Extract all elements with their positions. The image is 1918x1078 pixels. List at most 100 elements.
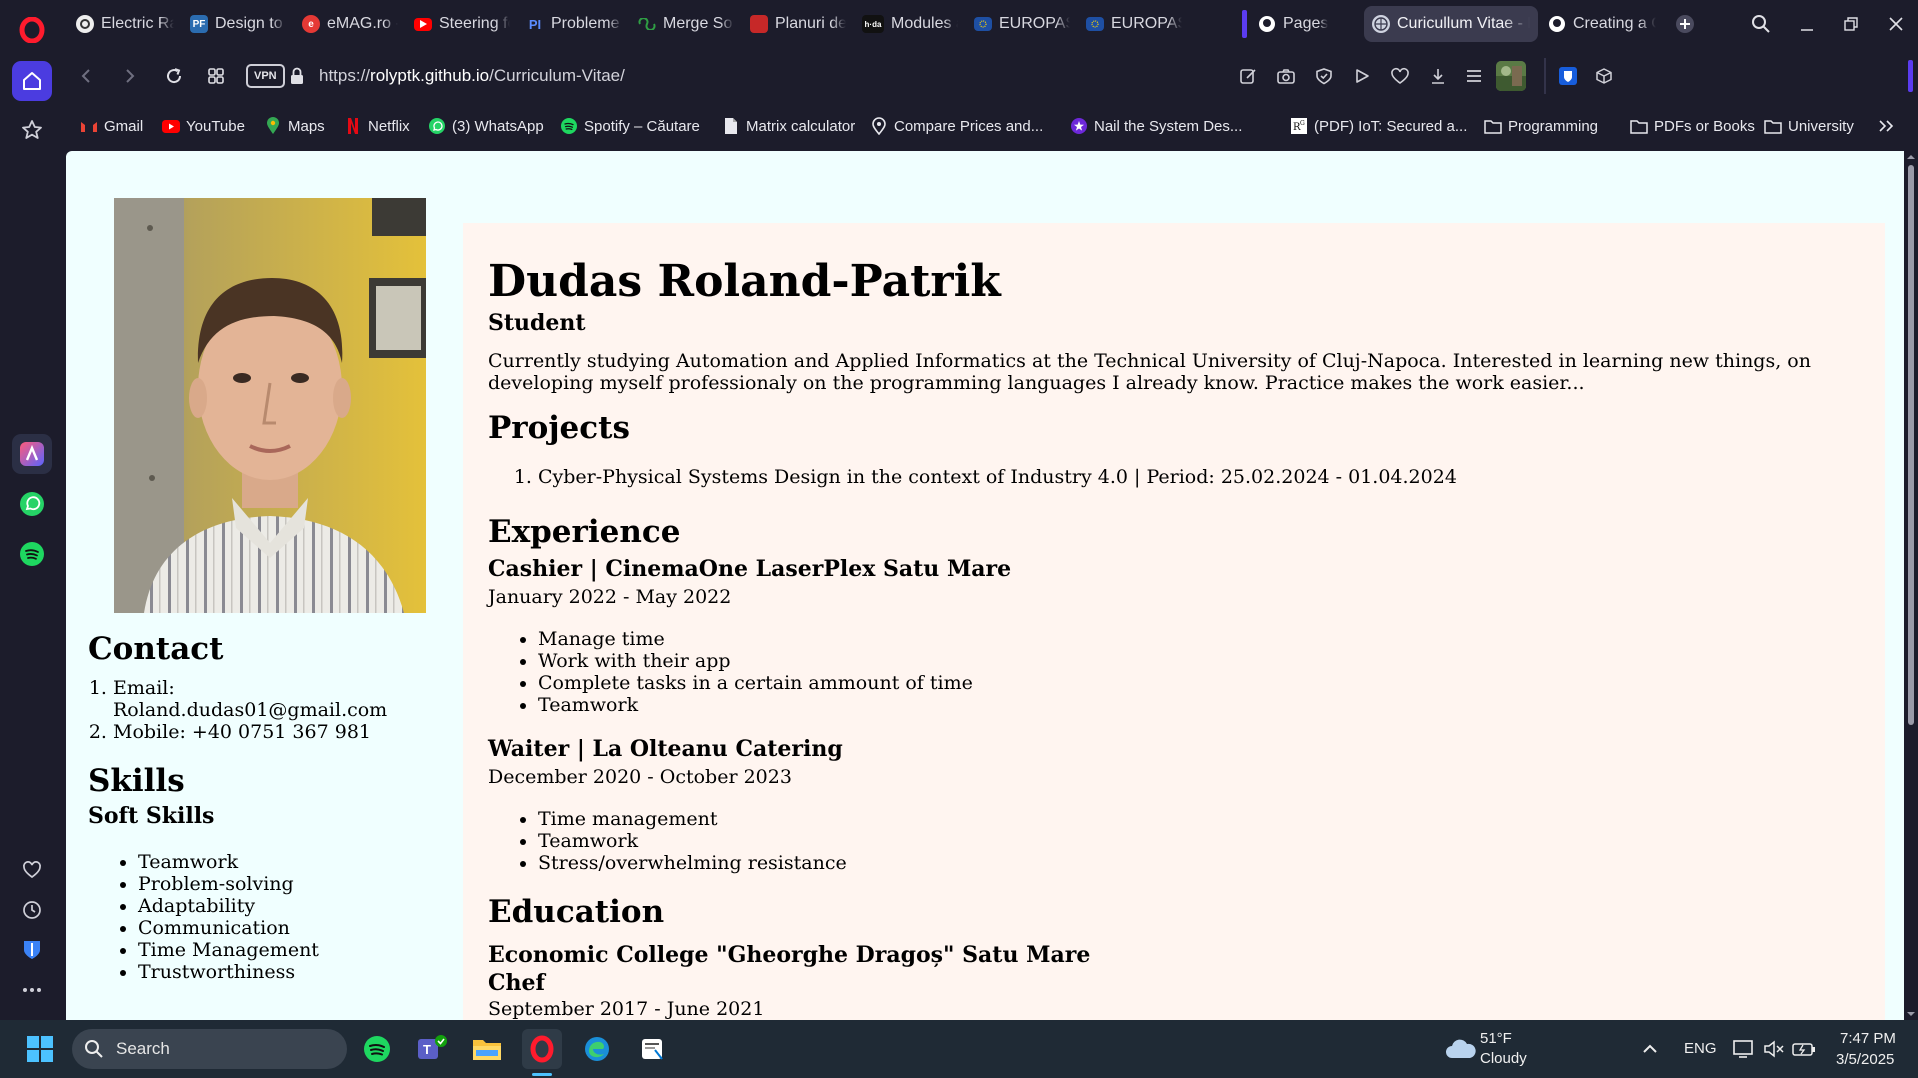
- list-item: Stress/overwhelming resistance: [538, 852, 1861, 874]
- scroll-down-arrow-icon[interactable]: [1904, 1008, 1918, 1020]
- page-viewport: Contact Email:Roland.dudas01@gmail.com M…: [66, 151, 1904, 1020]
- bookmark-spotify[interactable]: Spotify – Căutare: [560, 114, 700, 138]
- school-name: Economic College "Gheorghe Dragoș" Satu …: [488, 942, 1091, 968]
- tab-curriculum-vitae[interactable]: Curicullum Vitae - Dudas: [1364, 6, 1538, 42]
- education-period: September 2017 - June 2021: [488, 998, 765, 1020]
- weather-cloud-icon[interactable]: [1440, 1029, 1480, 1069]
- bookmark-whatsapp[interactable]: (3) WhatsApp: [428, 114, 544, 138]
- svg-text:G: G: [1300, 120, 1305, 127]
- favorite-heart-icon[interactable]: [1386, 62, 1414, 90]
- bookmark-compare-prices[interactable]: Compare Prices and...: [870, 114, 1043, 138]
- lock-icon[interactable]: [290, 67, 304, 89]
- language-indicator[interactable]: ENG: [1684, 1040, 1717, 1057]
- page-scrollbar[interactable]: [1904, 151, 1918, 1020]
- aria-ai-icon[interactable]: [12, 434, 52, 474]
- bookmark-matrix-calculator[interactable]: Matrix calculator: [722, 114, 855, 138]
- tab-europass-2[interactable]: EUROPASS: [1078, 6, 1190, 42]
- taskbar-search-box[interactable]: Search: [72, 1029, 347, 1069]
- forward-arrow-icon[interactable]: [114, 60, 146, 92]
- extensions-cube-icon[interactable]: [1590, 62, 1618, 90]
- clock-time[interactable]: 7:47 PM: [1840, 1030, 1896, 1047]
- new-tab-plus-icon[interactable]: [1665, 8, 1705, 40]
- tab-emag[interactable]: e eMAG.ro - Cea: [294, 6, 406, 42]
- bookmark-label: Maps: [288, 117, 325, 135]
- tab-search-icon[interactable]: [1741, 8, 1781, 40]
- bookmark-youtube[interactable]: YouTube: [162, 114, 245, 138]
- bookmark-label: University: [1788, 117, 1854, 135]
- youtube-favicon: [414, 17, 432, 31]
- more-dots-icon[interactable]: [12, 970, 52, 1010]
- weather-condition[interactable]: Cloudy: [1480, 1050, 1527, 1067]
- opera-logo-icon[interactable]: [12, 10, 52, 50]
- svg-text:T: T: [423, 1042, 431, 1057]
- bitwarden-extension-icon[interactable]: [1554, 62, 1582, 90]
- scrollbar-thumb[interactable]: [1908, 165, 1914, 725]
- tab-pages[interactable]: Pages: [1250, 6, 1362, 42]
- contact-label: Mobile:: [113, 721, 186, 743]
- spotify-sidebar-icon[interactable]: [12, 534, 52, 574]
- tab-design-to-3d[interactable]: PF Design to 3D: [182, 6, 294, 42]
- adblock-shield-icon[interactable]: [1310, 62, 1338, 90]
- bookmark-maps[interactable]: Maps: [264, 114, 325, 138]
- minimize-icon[interactable]: [1787, 8, 1827, 40]
- bookmark-folder-university[interactable]: University: [1764, 114, 1854, 138]
- camera-snapshot-icon[interactable]: [1272, 62, 1300, 90]
- opera-taskbar-icon[interactable]: [522, 1029, 562, 1069]
- edit-note-icon[interactable]: [1234, 62, 1262, 90]
- back-arrow-icon[interactable]: [70, 60, 102, 92]
- tray-chevron-up-icon[interactable]: [1630, 1029, 1670, 1069]
- windows-start-icon[interactable]: [20, 1029, 60, 1069]
- cv-name: Dudas Roland-Patrik: [488, 256, 1001, 307]
- whatsapp-sidebar-icon[interactable]: [12, 484, 52, 524]
- github-favicon: [1548, 15, 1566, 33]
- tab-europass-1[interactable]: EUROPASS: [966, 6, 1078, 42]
- list-item: Teamwork: [538, 830, 1861, 852]
- tab-creating-github[interactable]: Creating a GitHub: [1540, 6, 1664, 42]
- tab-grid-icon[interactable]: [200, 60, 232, 92]
- player-play-icon[interactable]: [1348, 62, 1376, 90]
- easy-setup-menu-icon[interactable]: [1460, 62, 1488, 90]
- spotify-taskbar-icon[interactable]: [357, 1029, 397, 1069]
- scroll-up-arrow-icon[interactable]: [1904, 151, 1918, 163]
- vpn-badge[interactable]: VPN: [246, 64, 285, 88]
- file-explorer-icon[interactable]: [467, 1029, 507, 1069]
- profile-avatar-icon[interactable]: [1496, 61, 1526, 91]
- reload-icon[interactable]: [158, 60, 190, 92]
- list-item: Time Management: [138, 939, 428, 961]
- bookmark-netflix[interactable]: Netflix: [344, 114, 410, 138]
- active-app-indicator: [532, 1073, 552, 1076]
- tab-merge-sort[interactable]: Merge Sort: [630, 6, 742, 42]
- tab-modules[interactable]: h·da Modules and: [854, 6, 966, 42]
- tab-probleme[interactable]: PI Probleme | Sort: [518, 6, 630, 42]
- tab-electric-racing[interactable]: Electric Racing: [68, 6, 182, 42]
- bookmark-folder-pdfs[interactable]: PDFs or Books: [1630, 114, 1755, 138]
- tab-steering[interactable]: Steering for: [406, 6, 518, 42]
- history-clock-icon[interactable]: [12, 890, 52, 930]
- projects-list: Cyber-Physical Systems Design in the con…: [488, 466, 1861, 488]
- restore-icon[interactable]: [1831, 8, 1871, 40]
- snipping-tool-icon[interactable]: [632, 1029, 672, 1069]
- geeks-favicon: [638, 15, 656, 33]
- edge-taskbar-icon[interactable]: [577, 1029, 617, 1069]
- document-icon: [722, 117, 740, 135]
- download-icon[interactable]: [1424, 62, 1452, 90]
- bookmarks-overflow-chevron-icon[interactable]: [1878, 114, 1894, 138]
- bookmark-label: Gmail: [104, 117, 144, 135]
- clock-date[interactable]: 3/5/2025: [1836, 1051, 1894, 1068]
- close-window-icon[interactable]: [1876, 8, 1916, 40]
- tab-planuri[interactable]: Planuri de invatamant: [742, 6, 854, 42]
- teams-taskbar-icon[interactable]: T: [412, 1029, 452, 1069]
- bookmark-nail-system-design[interactable]: Nail the System Des...: [1070, 114, 1242, 138]
- contact-email: Email:Roland.dudas01@gmail.com: [113, 677, 428, 721]
- heart-icon[interactable]: [12, 850, 52, 890]
- url-field[interactable]: https://rolyptk.github.io/Curriculum-Vit…: [319, 66, 625, 86]
- battery-charging-icon[interactable]: [1784, 1029, 1824, 1069]
- bitwarden-shield-icon[interactable]: [12, 930, 52, 970]
- home-icon[interactable]: [12, 61, 52, 101]
- bookmark-folder-programming[interactable]: Programming: [1484, 114, 1598, 138]
- bookmark-iot-pdf[interactable]: RG (PDF) IoT: Secured a...: [1290, 114, 1467, 138]
- tab-label: Probleme | Sort: [551, 15, 622, 32]
- favorites-star-icon[interactable]: [12, 110, 52, 150]
- weather-temperature[interactable]: 51°F: [1480, 1030, 1512, 1047]
- bookmark-gmail[interactable]: Gmail: [80, 114, 143, 138]
